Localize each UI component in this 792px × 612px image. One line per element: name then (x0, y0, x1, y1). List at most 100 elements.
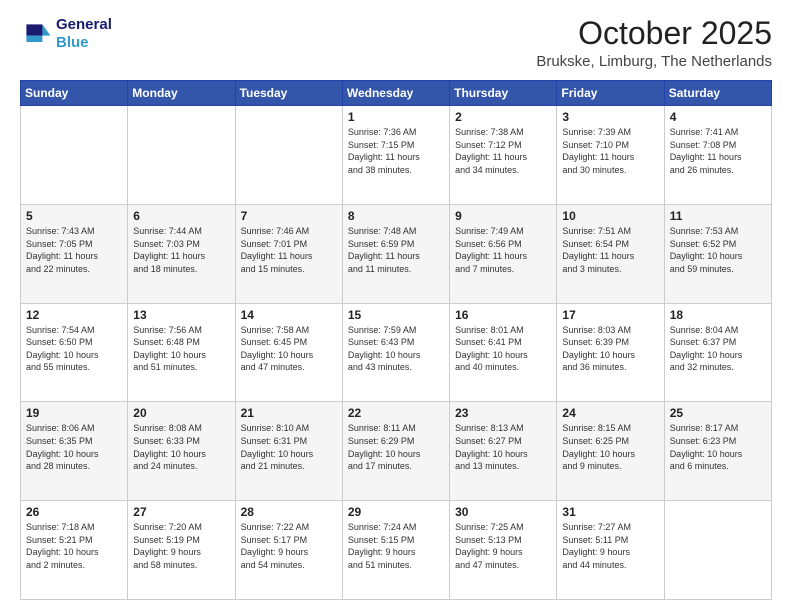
calendar-cell: 24 Sunrise: 8:15 AM Sunset: 6:25 PM Dayli… (557, 402, 664, 501)
calendar-cell: 22 Sunrise: 8:11 AM Sunset: 6:29 PM Dayli… (342, 402, 449, 501)
day-info: Sunrise: 7:20 AM Sunset: 5:19 PM Dayligh… (133, 521, 229, 571)
day-number: 16 (455, 308, 551, 322)
day-info: Sunrise: 8:04 AM Sunset: 6:37 PM Dayligh… (670, 324, 766, 374)
calendar-cell: 12Sunrise: 7:54 AM Sunset: 6:50 PM Dayli… (21, 303, 128, 402)
calendar-week-row-4: 19 Sunrise: 8:06 AM Sunset: 6:35 PM Dayli… (21, 402, 772, 501)
calendar-cell: 4 Sunrise: 7:41 AM Sunset: 7:08 PM Daylig… (664, 106, 771, 205)
day-info: Sunrise: 7:44 AM Sunset: 7:03 PM Dayligh… (133, 225, 229, 275)
calendar-week-row-5: 26 Sunrise: 7:18 AM Sunset: 5:21 PM Dayli… (21, 501, 772, 600)
day-number: 26 (26, 505, 122, 519)
col-monday: Monday (128, 81, 235, 106)
calendar-cell (21, 106, 128, 205)
col-saturday: Saturday (664, 81, 771, 106)
calendar-cell: 13 Sunrise: 7:56 AM Sunset: 6:48 PM Dayli… (128, 303, 235, 402)
calendar-cell: 27Sunrise: 7:20 AM Sunset: 5:19 PM Dayli… (128, 501, 235, 600)
day-info: Sunrise: 7:58 AM Sunset: 6:45 PM Dayligh… (241, 324, 337, 374)
day-info: Sunrise: 7:36 AM Sunset: 7:15 PM Dayligh… (348, 126, 444, 176)
day-number: 31 (562, 505, 658, 519)
calendar-cell: 25 Sunrise: 8:17 AM Sunset: 6:23 PM Dayli… (664, 402, 771, 501)
day-number: 22 (348, 406, 444, 420)
day-info: Sunrise: 7:22 AM Sunset: 5:17 PM Dayligh… (241, 521, 337, 571)
calendar-cell: 29 Sunrise: 7:24 AM Sunset: 5:15 PM Dayli… (342, 501, 449, 600)
calendar-cell: 26 Sunrise: 7:18 AM Sunset: 5:21 PM Dayli… (21, 501, 128, 600)
col-wednesday: Wednesday (342, 81, 449, 106)
day-number: 28 (241, 505, 337, 519)
calendar-cell: 1 Sunrise: 7:36 AM Sunset: 7:15 PM Daylig… (342, 106, 449, 205)
calendar-cell: 5Sunrise: 7:43 AM Sunset: 7:05 PM Daylig… (21, 204, 128, 303)
day-number: 4 (670, 110, 766, 124)
calendar-cell: 17 Sunrise: 8:03 AM Sunset: 6:39 PM Dayli… (557, 303, 664, 402)
calendar-cell: 9Sunrise: 7:49 AM Sunset: 6:56 PM Daylig… (450, 204, 557, 303)
day-info: Sunrise: 7:18 AM Sunset: 5:21 PM Dayligh… (26, 521, 122, 571)
day-info: Sunrise: 8:11 AM Sunset: 6:29 PM Dayligh… (348, 422, 444, 472)
location-title: Brukske, Limburg, The Netherlands (536, 53, 772, 70)
day-number: 29 (348, 505, 444, 519)
day-number: 25 (670, 406, 766, 420)
day-number: 20 (133, 406, 229, 420)
calendar-header-row: Sunday Monday Tuesday Wednesday Thursday… (21, 81, 772, 106)
day-info: Sunrise: 7:49 AM Sunset: 6:56 PM Dayligh… (455, 225, 551, 275)
day-info: Sunrise: 8:06 AM Sunset: 6:35 PM Dayligh… (26, 422, 122, 472)
day-info: Sunrise: 7:53 AM Sunset: 6:52 PM Dayligh… (670, 225, 766, 275)
calendar-cell: 11 Sunrise: 7:53 AM Sunset: 6:52 PM Dayli… (664, 204, 771, 303)
calendar-week-row-1: 1 Sunrise: 7:36 AM Sunset: 7:15 PM Daylig… (21, 106, 772, 205)
day-number: 18 (670, 308, 766, 322)
calendar-cell: 14 Sunrise: 7:58 AM Sunset: 6:45 PM Dayli… (235, 303, 342, 402)
logo: General Blue (20, 16, 112, 52)
day-info: Sunrise: 7:48 AM Sunset: 6:59 PM Dayligh… (348, 225, 444, 275)
calendar-week-row-2: 5Sunrise: 7:43 AM Sunset: 7:05 PM Daylig… (21, 204, 772, 303)
calendar-cell: 16 Sunrise: 8:01 AM Sunset: 6:41 PM Dayli… (450, 303, 557, 402)
day-number: 3 (562, 110, 658, 124)
logo-text: General Blue (56, 16, 112, 52)
day-info: Sunrise: 8:15 AM Sunset: 6:25 PM Dayligh… (562, 422, 658, 472)
day-number: 11 (670, 209, 766, 223)
day-info: Sunrise: 8:13 AM Sunset: 6:27 PM Dayligh… (455, 422, 551, 472)
calendar-cell: 31 Sunrise: 7:27 AM Sunset: 5:11 PM Dayli… (557, 501, 664, 600)
day-info: Sunrise: 7:27 AM Sunset: 5:11 PM Dayligh… (562, 521, 658, 571)
day-info: Sunrise: 8:10 AM Sunset: 6:31 PM Dayligh… (241, 422, 337, 472)
day-number: 8 (348, 209, 444, 223)
day-info: Sunrise: 8:03 AM Sunset: 6:39 PM Dayligh… (562, 324, 658, 374)
day-info: Sunrise: 8:17 AM Sunset: 6:23 PM Dayligh… (670, 422, 766, 472)
day-number: 17 (562, 308, 658, 322)
day-number: 7 (241, 209, 337, 223)
day-info: Sunrise: 7:43 AM Sunset: 7:05 PM Dayligh… (26, 225, 122, 275)
calendar-cell: 21Sunrise: 8:10 AM Sunset: 6:31 PM Dayli… (235, 402, 342, 501)
col-sunday: Sunday (21, 81, 128, 106)
col-friday: Friday (557, 81, 664, 106)
calendar-cell: 7 Sunrise: 7:46 AM Sunset: 7:01 PM Daylig… (235, 204, 342, 303)
calendar-cell: 20Sunrise: 8:08 AM Sunset: 6:33 PM Dayli… (128, 402, 235, 501)
col-thursday: Thursday (450, 81, 557, 106)
day-info: Sunrise: 7:38 AM Sunset: 7:12 PM Dayligh… (455, 126, 551, 176)
calendar-cell: 23 Sunrise: 8:13 AM Sunset: 6:27 PM Dayli… (450, 402, 557, 501)
day-number: 23 (455, 406, 551, 420)
day-number: 14 (241, 308, 337, 322)
day-info: Sunrise: 7:54 AM Sunset: 6:50 PM Dayligh… (26, 324, 122, 374)
day-info: Sunrise: 8:01 AM Sunset: 6:41 PM Dayligh… (455, 324, 551, 374)
day-number: 1 (348, 110, 444, 124)
calendar-cell: 6 Sunrise: 7:44 AM Sunset: 7:03 PM Daylig… (128, 204, 235, 303)
day-info: Sunrise: 7:41 AM Sunset: 7:08 PM Dayligh… (670, 126, 766, 176)
calendar-cell: 3 Sunrise: 7:39 AM Sunset: 7:10 PM Daylig… (557, 106, 664, 205)
calendar-cell: 10Sunrise: 7:51 AM Sunset: 6:54 PM Dayli… (557, 204, 664, 303)
day-number: 13 (133, 308, 229, 322)
calendar-week-row-3: 12Sunrise: 7:54 AM Sunset: 6:50 PM Dayli… (21, 303, 772, 402)
month-title: October 2025 (536, 16, 772, 51)
day-number: 30 (455, 505, 551, 519)
day-number: 19 (26, 406, 122, 420)
day-number: 15 (348, 308, 444, 322)
page: General Blue October 2025 Brukske, Limbu… (0, 0, 792, 612)
calendar-cell: 8 Sunrise: 7:48 AM Sunset: 6:59 PM Daylig… (342, 204, 449, 303)
calendar-cell: 2Sunrise: 7:38 AM Sunset: 7:12 PM Daylig… (450, 106, 557, 205)
day-info: Sunrise: 7:39 AM Sunset: 7:10 PM Dayligh… (562, 126, 658, 176)
day-number: 6 (133, 209, 229, 223)
day-info: Sunrise: 7:59 AM Sunset: 6:43 PM Dayligh… (348, 324, 444, 374)
calendar-cell: 19 Sunrise: 8:06 AM Sunset: 6:35 PM Dayli… (21, 402, 128, 501)
day-number: 24 (562, 406, 658, 420)
day-info: Sunrise: 7:56 AM Sunset: 6:48 PM Dayligh… (133, 324, 229, 374)
header: General Blue October 2025 Brukske, Limbu… (20, 16, 772, 70)
day-info: Sunrise: 7:46 AM Sunset: 7:01 PM Dayligh… (241, 225, 337, 275)
calendar-table: Sunday Monday Tuesday Wednesday Thursday… (20, 80, 772, 600)
day-info: Sunrise: 7:24 AM Sunset: 5:15 PM Dayligh… (348, 521, 444, 571)
calendar-cell: 30Sunrise: 7:25 AM Sunset: 5:13 PM Dayli… (450, 501, 557, 600)
